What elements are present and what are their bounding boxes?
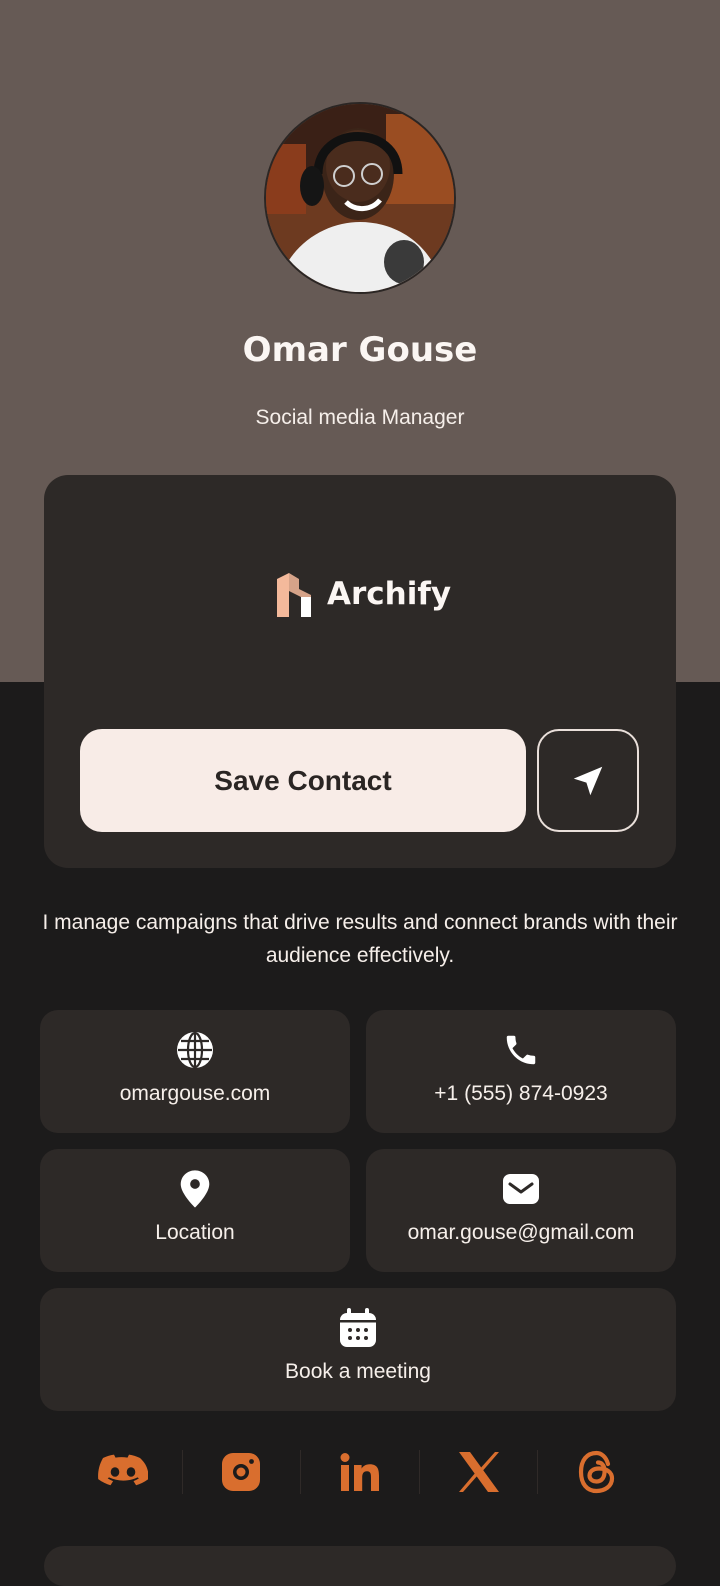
- share-button[interactable]: [537, 729, 639, 832]
- meeting-label: Book a meeting: [285, 1360, 431, 1383]
- instagram-link[interactable]: [183, 1445, 301, 1499]
- book-meeting-tile[interactable]: Book a meeting: [40, 1288, 676, 1411]
- x-link[interactable]: [420, 1445, 538, 1499]
- social-links: [64, 1445, 656, 1499]
- company-name: Archify: [327, 576, 452, 612]
- linkedin-link[interactable]: [301, 1445, 419, 1499]
- email-tile[interactable]: omar.gouse@gmail.com: [366, 1149, 676, 1272]
- discord-icon: [97, 1454, 148, 1486]
- location-tile[interactable]: Location: [40, 1149, 350, 1272]
- instagram-icon: [222, 1453, 261, 1491]
- globe-icon: [177, 1031, 213, 1069]
- x-icon: [458, 1452, 499, 1492]
- discord-link[interactable]: [64, 1445, 182, 1499]
- linkedin-icon: [340, 1453, 380, 1491]
- profile-role: Social media Manager: [255, 406, 465, 429]
- avatar: [264, 102, 456, 294]
- threads-link[interactable]: [538, 1445, 656, 1499]
- website-tile[interactable]: omargouse.com: [40, 1010, 350, 1133]
- archify-logo-icon: [277, 573, 311, 617]
- save-contact-button[interactable]: Save Contact: [80, 729, 526, 832]
- contact-card: Archify Save Contact: [44, 475, 676, 868]
- phone-icon: [506, 1035, 536, 1065]
- phone-label: +1 (555) 874-0923: [434, 1082, 608, 1105]
- send-icon: [573, 766, 603, 795]
- email-label: omar.gouse@gmail.com: [407, 1221, 635, 1244]
- profile-name: Omar Gouse: [242, 330, 478, 370]
- website-label: omargouse.com: [119, 1082, 271, 1105]
- company-brand: Archify: [275, 568, 451, 620]
- location-label: Location: [155, 1221, 235, 1244]
- phone-tile[interactable]: +1 (555) 874-0923: [366, 1010, 676, 1133]
- bio-text: I manage campaigns that drive results an…: [42, 911, 678, 967]
- threads-icon: [579, 1450, 615, 1494]
- mail-icon: [503, 1174, 539, 1204]
- calendar-icon: [340, 1308, 376, 1347]
- bottom-card-peek: [44, 1546, 676, 1586]
- map-pin-icon: [180, 1170, 210, 1208]
